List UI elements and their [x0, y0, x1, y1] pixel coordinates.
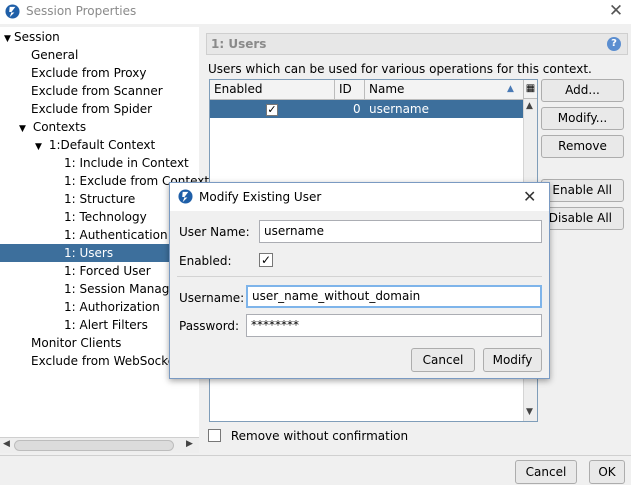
modify-user-dialog[interactable]: Modify Existing User ✕ User Name: userna… — [169, 182, 550, 379]
username-field[interactable]: user_name_without_domain — [246, 285, 542, 308]
column-id[interactable]: ID — [335, 80, 365, 99]
table-row[interactable]: ✓ 0 username — [210, 100, 523, 118]
window-close-icon[interactable]: ✕ — [606, 1, 626, 21]
column-name[interactable]: Name ▲ — [365, 80, 523, 99]
user-name-label: User Name: — [179, 225, 250, 239]
tree-item-forced-user[interactable]: 1: Forced User — [64, 262, 151, 280]
panel-title: 1: Users — [211, 37, 267, 51]
scroll-right-icon[interactable]: ▶ — [186, 439, 193, 449]
window-title: Session Properties — [26, 4, 137, 18]
tree-item-exclude-websockets[interactable]: Exclude from WebSockets — [31, 352, 186, 370]
enabled-checkbox[interactable]: ✓ — [266, 100, 278, 118]
ok-button[interactable]: OK — [589, 460, 625, 484]
modify-button[interactable]: Modify... — [541, 107, 624, 130]
dialog-title-bar: Modify Existing User ✕ — [170, 183, 549, 211]
column-picker-icon[interactable]: ▦ — [523, 80, 537, 99]
scroll-down-icon[interactable]: ▼ — [526, 407, 533, 417]
username-label: Username: — [179, 291, 245, 305]
scrollbar-thumb[interactable] — [14, 440, 174, 451]
tree-item-authentication[interactable]: 1: Authentication — [64, 226, 168, 244]
remove-without-confirmation-checkbox[interactable]: Remove without confirmation — [208, 428, 408, 443]
remove-without-confirmation-label: Remove without confirmation — [230, 428, 409, 443]
expand-triangle-icon[interactable]: ▼ — [35, 138, 45, 156]
password-field[interactable]: ******** — [246, 314, 542, 337]
cancel-button[interactable]: Cancel — [515, 460, 577, 484]
user-name-field[interactable]: username — [259, 220, 542, 243]
tree-item-technology[interactable]: 1: Technology — [64, 208, 147, 226]
tree-item-default-context[interactable]: ▼ 1:Default Context — [35, 136, 155, 154]
tree-horizontal-scrollbar[interactable]: ◀ ▶ — [0, 437, 199, 453]
tree-item-exclude-spider[interactable]: Exclude from Spider — [31, 100, 152, 118]
dialog-cancel-button[interactable]: Cancel — [411, 348, 475, 372]
scroll-up-icon[interactable]: ▲ — [526, 101, 533, 111]
panel-header: 1: Users ? — [206, 33, 628, 55]
password-label: Password: — [179, 319, 240, 333]
expand-triangle-icon[interactable]: ▼ — [4, 30, 14, 48]
tree-item-exclude-proxy[interactable]: Exclude from Proxy — [31, 64, 146, 82]
window-title-bar: Session Properties ✕ — [0, 0, 631, 24]
checkbox-unchecked-icon[interactable] — [208, 429, 221, 442]
enable-all-button[interactable]: Enable All — [541, 179, 624, 202]
tree-item-general[interactable]: General — [31, 46, 78, 64]
zap-logo-icon — [178, 189, 193, 204]
table-header: Enabled ID Name ▲ — [210, 80, 523, 100]
remove-button[interactable]: Remove — [541, 135, 624, 158]
tree-item-alert-filters[interactable]: 1: Alert Filters — [64, 316, 148, 334]
enabled-checkbox[interactable]: ✓ — [259, 253, 273, 267]
tree-item-session[interactable]: ▼ Session — [4, 28, 60, 46]
zap-logo-icon — [5, 4, 20, 19]
check-icon: ✓ — [266, 103, 278, 116]
dialog-title: Modify Existing User — [199, 190, 322, 204]
tree-item-authorization[interactable]: 1: Authorization — [64, 298, 160, 316]
enabled-label: Enabled: — [179, 254, 232, 268]
expand-triangle-icon[interactable]: ▼ — [19, 120, 29, 138]
tree-item-contexts[interactable]: ▼ Contexts — [19, 118, 86, 136]
dialog-modify-button[interactable]: Modify — [483, 348, 542, 372]
dialog-separator — [177, 276, 542, 277]
sort-ascending-icon: ▲ — [507, 84, 514, 94]
tree-item-monitor-clients[interactable]: Monitor Clients — [31, 334, 121, 352]
panel-description: Users which can be used for various oper… — [208, 62, 592, 76]
cell-name: username — [369, 102, 429, 116]
disable-all-button[interactable]: Disable All — [541, 207, 624, 230]
help-icon[interactable]: ? — [607, 37, 621, 51]
scroll-left-icon[interactable]: ◀ — [3, 439, 10, 449]
add-button[interactable]: Add... — [541, 79, 624, 102]
tree-item-exclude-scanner[interactable]: Exclude from Scanner — [31, 82, 163, 100]
tree-item-structure[interactable]: 1: Structure — [64, 190, 135, 208]
column-enabled[interactable]: Enabled — [210, 80, 335, 99]
tree-item-include-context[interactable]: 1: Include in Context — [64, 154, 189, 172]
dialog-close-icon[interactable]: ✕ — [523, 187, 536, 206]
cell-id: 0 — [353, 102, 361, 116]
